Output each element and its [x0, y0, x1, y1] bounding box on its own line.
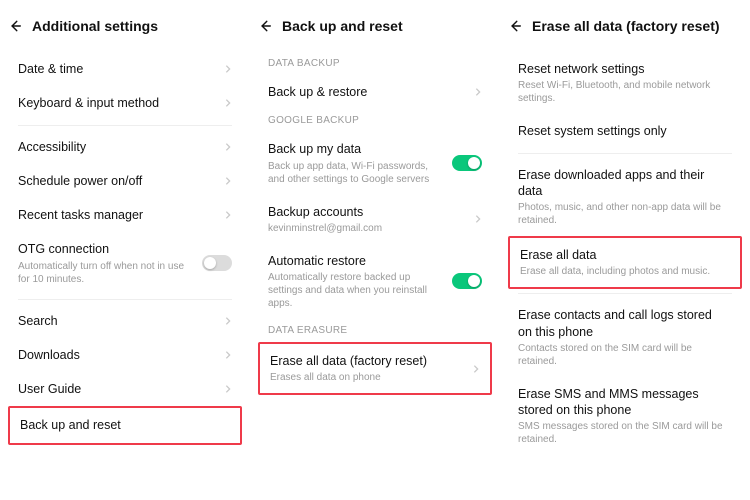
erase-apps-label: Erase downloaded apps and their data	[518, 167, 724, 200]
row-reset-system[interactable]: Reset system settings only	[508, 114, 742, 148]
erase-contacts-sublabel: Contacts stored on the SIM card will be …	[518, 342, 724, 368]
keyboard-label: Keyboard & input method	[18, 95, 159, 111]
row-downloads[interactable]: Downloads	[8, 338, 242, 372]
erase-all-label: Erase all data (factory reset)	[270, 353, 427, 369]
reset-network-sublabel: Reset Wi-Fi, Bluetooth, and mobile netwo…	[518, 79, 724, 105]
auto-restore-toggle[interactable]	[452, 273, 482, 289]
chevron-right-icon	[224, 98, 232, 108]
chevron-right-icon	[224, 384, 232, 394]
otg-label: OTG connection	[18, 241, 194, 257]
chevron-right-icon	[224, 316, 232, 326]
panel-backup-reset: Back up and reset DATA BACKUP Back up & …	[250, 0, 500, 500]
row-auto-restore[interactable]: Automatic restore Automatically restore …	[258, 244, 492, 319]
row-backup-my-data[interactable]: Back up my data Back up app data, Wi-Fi …	[258, 132, 492, 194]
panel-additional-settings: Additional settings Date & time Keyboard…	[0, 0, 250, 500]
erase-sms-sublabel: SMS messages stored on the SIM card will…	[518, 420, 724, 446]
row-erase-all-data[interactable]: Erase all data (factory reset) Erases al…	[258, 342, 492, 395]
erase-all-sublabel: Erase all data, including photos and mus…	[520, 265, 710, 278]
chevron-right-icon	[224, 142, 232, 152]
row-backup-restore[interactable]: Back up & restore	[258, 75, 492, 109]
row-user-guide[interactable]: User Guide	[8, 372, 242, 406]
accessibility-label: Accessibility	[18, 139, 86, 155]
erase-apps-sublabel: Photos, music, and other non-app data wi…	[518, 201, 724, 227]
erase-all-label: Erase all data	[520, 247, 710, 263]
date-time-label: Date & time	[18, 61, 83, 77]
page-title: Additional settings	[32, 18, 158, 34]
row-recent-tasks[interactable]: Recent tasks manager	[8, 198, 242, 232]
row-erase-sms[interactable]: Erase SMS and MMS messages stored on thi…	[508, 377, 742, 456]
panel-erase-all-data: Erase all data (factory reset) Reset net…	[500, 0, 750, 500]
row-keyboard[interactable]: Keyboard & input method	[8, 86, 242, 120]
chevron-right-icon	[224, 350, 232, 360]
auto-restore-label: Automatic restore	[268, 253, 444, 269]
row-date-time[interactable]: Date & time	[8, 52, 242, 86]
chevron-right-icon	[474, 87, 482, 97]
row-backup-accounts[interactable]: Backup accounts kevinminstrel@gmail.com	[258, 195, 492, 244]
backup-accounts-sublabel: kevinminstrel@gmail.com	[268, 222, 382, 235]
section-label-data-backup: DATA BACKUP	[268, 58, 482, 69]
user-guide-label: User Guide	[18, 381, 81, 397]
header: Erase all data (factory reset)	[508, 18, 742, 34]
erase-all-sublabel: Erases all data on phone	[270, 371, 427, 384]
row-reset-network[interactable]: Reset network settings Reset Wi-Fi, Blue…	[508, 52, 742, 114]
chevron-right-icon	[472, 364, 480, 374]
divider	[18, 125, 232, 126]
chevron-right-icon	[224, 176, 232, 186]
recent-tasks-label: Recent tasks manager	[18, 207, 143, 223]
header: Back up and reset	[258, 18, 492, 34]
backup-my-data-sublabel: Back up app data, Wi-Fi passwords, and o…	[268, 160, 444, 186]
erase-sms-label: Erase SMS and MMS messages stored on thi…	[518, 386, 724, 419]
backup-my-data-label: Back up my data	[268, 141, 444, 157]
backup-reset-label: Back up and reset	[20, 417, 121, 433]
erase-contacts-label: Erase contacts and call logs stored on t…	[518, 307, 724, 340]
row-erase-all[interactable]: Erase all data Erase all data, including…	[508, 236, 742, 289]
chevron-right-icon	[224, 210, 232, 220]
back-arrow-icon[interactable]	[8, 19, 22, 33]
divider	[18, 299, 232, 300]
page-title: Back up and reset	[282, 18, 403, 34]
back-arrow-icon[interactable]	[258, 19, 272, 33]
downloads-label: Downloads	[18, 347, 80, 363]
row-search[interactable]: Search	[8, 304, 242, 338]
row-backup-reset[interactable]: Back up and reset	[8, 406, 242, 444]
row-erase-contacts[interactable]: Erase contacts and call logs stored on t…	[508, 298, 742, 377]
schedule-label: Schedule power on/off	[18, 173, 142, 189]
backup-accounts-label: Backup accounts	[268, 204, 382, 220]
row-erase-apps[interactable]: Erase downloaded apps and their data Pho…	[508, 158, 742, 237]
search-label: Search	[18, 313, 58, 329]
chevron-right-icon	[474, 214, 482, 224]
backup-my-data-toggle[interactable]	[452, 155, 482, 171]
row-otg[interactable]: OTG connection Automatically turn off wh…	[8, 232, 242, 294]
otg-sublabel: Automatically turn off when not in use f…	[18, 260, 194, 286]
back-arrow-icon[interactable]	[508, 19, 522, 33]
backup-restore-label: Back up & restore	[268, 84, 367, 100]
header: Additional settings	[8, 18, 242, 34]
divider	[518, 293, 732, 294]
section-label-data-erasure: DATA ERASURE	[268, 325, 482, 336]
row-accessibility[interactable]: Accessibility	[8, 130, 242, 164]
otg-toggle[interactable]	[202, 255, 232, 271]
chevron-right-icon	[224, 64, 232, 74]
page-title: Erase all data (factory reset)	[532, 18, 720, 34]
divider	[518, 153, 732, 154]
reset-network-label: Reset network settings	[518, 61, 724, 77]
section-label-google-backup: GOOGLE BACKUP	[268, 115, 482, 126]
reset-system-label: Reset system settings only	[518, 123, 667, 139]
auto-restore-sublabel: Automatically restore backed up settings…	[268, 271, 444, 310]
row-schedule-power[interactable]: Schedule power on/off	[8, 164, 242, 198]
